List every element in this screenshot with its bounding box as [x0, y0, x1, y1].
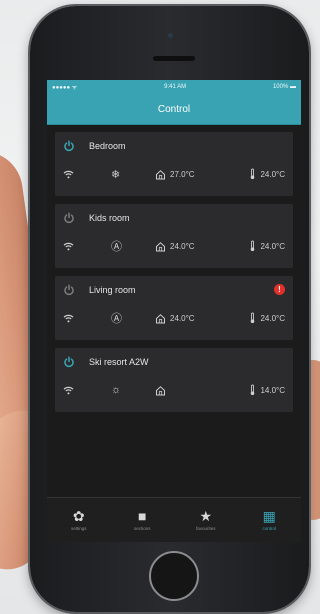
battery-indicator: 100% ▬: [272, 84, 296, 90]
house-icon: [156, 241, 165, 251]
tab-control[interactable]: ▦ control: [238, 498, 302, 542]
indoor-temp: 24.0°C: [155, 313, 229, 324]
tab-bar: ✿ settings ■ sections ★ favourites ▦ contro…: [47, 497, 301, 542]
power-icon[interactable]: [63, 356, 75, 368]
camera: [168, 33, 173, 38]
target-temp[interactable]: 14.0°C: [249, 384, 285, 396]
device-header: Kids room: [63, 212, 130, 224]
power-icon[interactable]: [63, 284, 75, 296]
device-header: Living room: [63, 284, 136, 296]
device-card[interactable]: Kids room Ⓐ 24.0°C 24.0°C: [55, 204, 293, 268]
target-temp-value: 14.0°C: [260, 385, 285, 395]
alert-badge[interactable]: !: [274, 284, 285, 295]
status-bar: ●●●●● ᯤ 9:41 AM 100% ▬: [47, 80, 301, 94]
auto-icon[interactable]: Ⓐ: [111, 310, 155, 326]
home-button[interactable]: [149, 551, 199, 601]
indoor-temp: 27.0°C: [155, 169, 229, 180]
power-icon[interactable]: [63, 140, 75, 152]
wifi-icon: [63, 386, 111, 395]
carrier-signal: ●●●●● ᯤ: [52, 85, 78, 91]
device-header: Ski resort A2W: [63, 356, 149, 368]
indoor-temp-value: 24.0°C: [170, 241, 195, 251]
thermometer-icon: [251, 384, 255, 396]
target-temp-value: 24.0°C: [260, 169, 285, 179]
wifi-icon: [63, 314, 111, 323]
indoor-temp-value: 24.0°C: [170, 313, 195, 323]
tab-label: sections: [133, 526, 151, 531]
auto-icon[interactable]: Ⓐ: [111, 238, 155, 254]
device-name: Ski resort A2W: [89, 357, 149, 367]
device-name: Kids room: [89, 213, 130, 223]
target-temp[interactable]: 24.0°C: [249, 168, 285, 180]
device-header: Bedroom: [63, 140, 126, 152]
device-status-row: ❄ 27.0°C 24.0°C: [63, 166, 285, 182]
snowflake-icon[interactable]: ❄: [111, 168, 155, 181]
app-screen: ●●●●● ᯤ 9:41 AM 100% ▬ Control Bedroom ❄…: [47, 80, 301, 542]
square-icon: ■: [138, 508, 147, 524]
device-name: Bedroom: [89, 141, 126, 151]
page-title: Control: [157, 103, 191, 115]
nav-bar: Control: [47, 94, 301, 125]
tab-sections[interactable]: ■ sections: [111, 498, 175, 542]
device-status-row: Ⓐ 24.0°C 24.0°C: [63, 238, 285, 254]
target-temp-value: 24.0°C: [260, 313, 285, 323]
thermometer-icon: [251, 240, 255, 252]
tab-label: control: [262, 526, 276, 531]
house-icon: [156, 313, 165, 323]
target-temp[interactable]: 24.0°C: [249, 240, 285, 252]
tab-settings[interactable]: ✿ settings: [47, 498, 111, 542]
speaker: [153, 56, 195, 61]
device-name: Living room: [89, 285, 136, 295]
tab-favourites[interactable]: ★ favourites: [174, 498, 238, 542]
device-card[interactable]: Ski resort A2W ☼ 14.0°C: [55, 348, 293, 412]
indoor-temp: [155, 385, 229, 396]
thermometer-icon: [251, 168, 255, 180]
house-icon: [156, 169, 165, 179]
clock: 9:41 AM: [164, 84, 187, 90]
sun-icon[interactable]: ☼: [111, 384, 155, 396]
target-temp[interactable]: 24.0°C: [249, 312, 285, 324]
star-icon: ★: [199, 508, 213, 524]
tab-label: favourites: [195, 526, 216, 531]
wifi-icon: [63, 170, 111, 179]
device-card[interactable]: Living room ! Ⓐ 24.0°C 24.0°C: [55, 276, 293, 340]
device-status-row: Ⓐ 24.0°C 24.0°C: [63, 310, 285, 326]
power-icon[interactable]: [63, 212, 75, 224]
indoor-temp: 24.0°C: [155, 241, 229, 252]
device-card[interactable]: Bedroom ❄ 27.0°C 24.0°C: [55, 132, 293, 196]
indoor-temp-value: 27.0°C: [170, 169, 195, 179]
house-icon: [156, 385, 165, 395]
target-temp-value: 24.0°C: [260, 241, 285, 251]
wifi-icon: [63, 242, 111, 251]
device-status-row: ☼ 14.0°C: [63, 382, 285, 398]
thermometer-icon: [251, 312, 255, 324]
tab-label: settings: [70, 526, 87, 531]
grid-icon: ▦: [262, 508, 276, 524]
gear-icon: ✿: [72, 508, 85, 524]
